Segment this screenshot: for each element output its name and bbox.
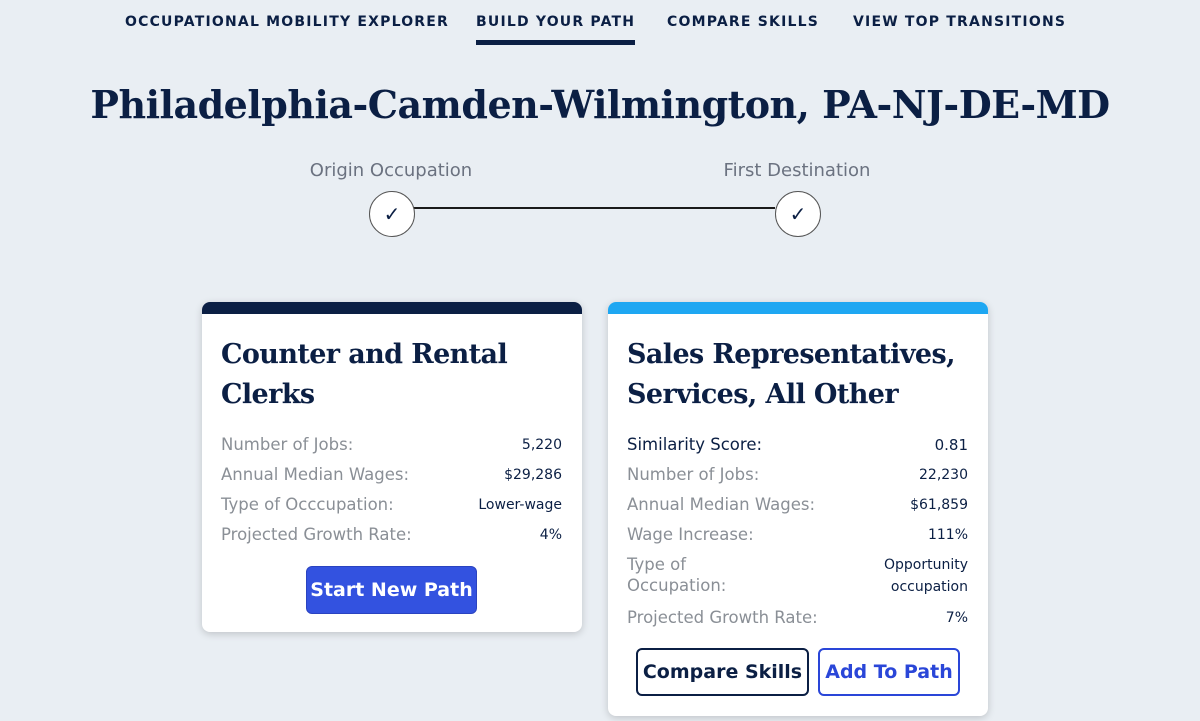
stat-value: 22,230 <box>919 467 968 483</box>
stat-label-line2: Occupation: <box>627 576 727 595</box>
nav-build-your-path[interactable]: BUILD YOUR PATH <box>476 14 636 45</box>
step-label-first-destination: First Destination <box>723 160 871 181</box>
card-accent-bar <box>608 302 988 314</box>
stat-label: Similarity Score: <box>627 435 763 454</box>
stat-value: 5,220 <box>521 437 562 453</box>
stat-row-wages: Annual Median Wages: $29,286 <box>221 464 562 486</box>
nav-occupational-mobility-explorer[interactable]: OCCUPATIONAL MOBILITY EXPLORER <box>125 14 449 30</box>
stat-label: Projected Growth Rate: <box>627 608 818 627</box>
origin-card-title-line2: Clerks <box>221 379 315 410</box>
destination-occupation-card: Sales Representatives, Services, All Oth… <box>608 302 988 716</box>
destination-card-title-line2: Services, All Other <box>627 379 899 410</box>
stat-value: 7% <box>945 610 968 626</box>
stat-row-wages: Annual Median Wages: $61,859 <box>627 494 968 516</box>
nav-compare-skills[interactable]: COMPARE SKILLS <box>667 14 819 30</box>
step-label-origin: Origin Occupation <box>309 160 473 181</box>
stat-value: $29,286 <box>504 467 562 483</box>
stat-label: Number of Jobs: <box>627 465 760 484</box>
stat-value-line1: Opportunity <box>883 557 968 573</box>
stat-row-growth: Projected Growth Rate: 4% <box>221 524 562 546</box>
stat-row-jobs: Number of Jobs: 22,230 <box>627 464 968 486</box>
add-to-path-button[interactable]: Add To Path <box>818 648 960 696</box>
stat-row-type: Type of Occupation: Opportunity occupati… <box>627 554 968 598</box>
stat-label: Type of Occupation: <box>627 554 726 596</box>
stat-value: 4% <box>539 527 562 543</box>
stat-value: Opportunity occupation <box>884 554 968 598</box>
stat-label-line1: Type of <box>627 555 687 574</box>
step-destination-check-icon[interactable]: ✓ <box>775 191 821 237</box>
compare-skills-button[interactable]: Compare Skills <box>636 648 809 696</box>
stat-row-wage-increase: Wage Increase: 111% <box>627 524 968 546</box>
start-new-path-button[interactable]: Start New Path <box>306 566 477 614</box>
stat-row-jobs: Number of Jobs: 5,220 <box>221 434 562 456</box>
stat-label: Annual Median Wages: <box>221 465 410 484</box>
stat-label: Wage Increase: <box>627 525 754 544</box>
stat-value: 0.81 <box>934 436 968 454</box>
destination-card-title-line1: Sales Representatives, <box>627 339 956 370</box>
stat-row-type: Type of Occcupation: Lower-wage <box>221 494 562 516</box>
stat-label: Projected Growth Rate: <box>221 525 412 544</box>
step-origin-check-icon[interactable]: ✓ <box>369 191 415 237</box>
page-title: Philadelphia-Camden-Wilmington, PA-NJ-DE… <box>90 82 1110 127</box>
card-accent-bar <box>202 302 582 314</box>
nav-view-top-transitions[interactable]: VIEW TOP TRANSITIONS <box>853 14 1066 30</box>
stat-value: 111% <box>927 527 968 543</box>
origin-occupation-card: Counter and Rental Clerks Number of Jobs… <box>202 302 582 632</box>
stepper-connector-line <box>413 207 775 209</box>
stat-row-growth: Projected Growth Rate: 7% <box>627 607 968 629</box>
stat-label: Number of Jobs: <box>221 435 354 454</box>
stat-row-similarity: Similarity Score: 0.81 <box>627 434 968 456</box>
origin-card-title-line1: Counter and Rental <box>221 339 508 370</box>
top-nav: OCCUPATIONAL MOBILITY EXPLORER BUILD YOU… <box>0 0 1200 48</box>
stat-value: $61,859 <box>910 497 968 513</box>
stat-value-line2: occupation <box>890 579 968 595</box>
stat-label: Annual Median Wages: <box>627 495 816 514</box>
stat-label: Type of Occcupation: <box>221 495 394 514</box>
stat-value: Lower-wage <box>478 497 562 513</box>
